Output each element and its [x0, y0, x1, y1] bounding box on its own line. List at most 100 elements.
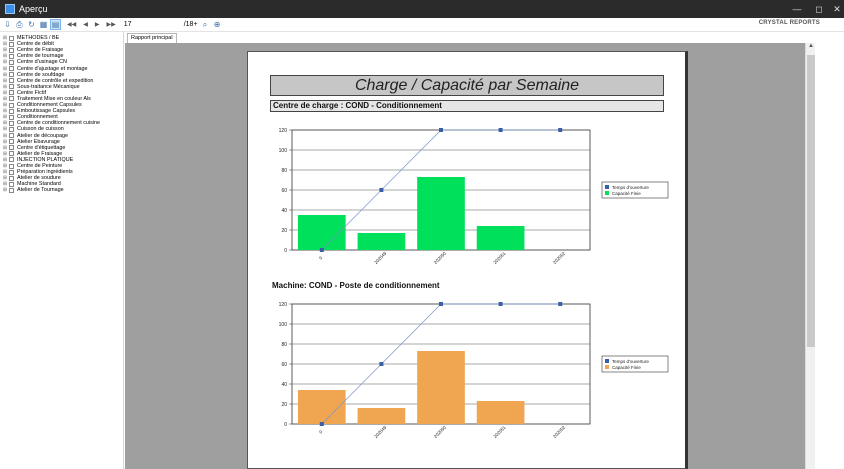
page-number-input[interactable] [123, 19, 184, 30]
crystal-reports-brand: CRYSTAL REPORTS [758, 20, 820, 26]
expand-icon[interactable]: ⊞ [2, 126, 8, 132]
expand-icon[interactable]: ⊞ [2, 59, 8, 65]
maximize-button[interactable]: ◻ [808, 0, 830, 18]
y-tick-label: 100 [279, 148, 288, 154]
refresh-icon[interactable]: ↻ [27, 20, 36, 29]
expand-icon[interactable]: ⊞ [2, 66, 8, 72]
tree-item-label: Centre de débit [17, 41, 54, 48]
expand-icon[interactable]: ⊞ [2, 72, 8, 78]
y-tick-label: 60 [281, 362, 287, 368]
scroll-up-icon[interactable]: ▲ [806, 43, 816, 53]
zoom-icon[interactable]: ⊕ [213, 20, 222, 29]
export-icon[interactable]: ⇩ [3, 20, 12, 29]
print-icon[interactable]: ⎙ [15, 20, 24, 29]
document-icon [9, 151, 14, 157]
document-icon [9, 108, 14, 114]
bar [357, 408, 406, 424]
x-tick-label: 202049 [373, 251, 388, 266]
document-icon [9, 47, 14, 53]
tree-item[interactable]: ⊞ Atelier de Tournage [0, 187, 123, 193]
next-page-button[interactable]: ▶ [95, 21, 100, 28]
bar [476, 401, 525, 424]
y-tick-label: 40 [281, 208, 287, 214]
document-icon [9, 72, 14, 78]
expand-icon[interactable]: ⊞ [2, 84, 8, 90]
expand-icon[interactable]: ⊞ [2, 157, 8, 163]
expand-icon[interactable]: ⊞ [2, 151, 8, 157]
tree-item-label: Préparation ingrédients [17, 169, 73, 176]
prev-page-button[interactable]: ◀ [83, 21, 88, 28]
line-point [498, 128, 503, 132]
app-window: Aperçu — ◻ ✕ ⇩ ⎙ ↻ ▦ ▤ ◀◀ ◀ ▶ ▶▶ /18+ ⌕ … [0, 0, 844, 469]
vertical-scrollbar[interactable]: ▲ [805, 43, 815, 469]
scrollbar-thumb[interactable] [807, 55, 815, 347]
group-tree-panel: ⊞ METHODES / BE ⊞ Centre de débit ⊞ Centre de… [0, 32, 124, 469]
expand-icon[interactable]: ⊞ [2, 108, 8, 114]
tree-item-label: Centre de tournage [17, 53, 64, 60]
expand-icon[interactable]: ⊞ [2, 47, 8, 53]
expand-icon[interactable]: ⊞ [2, 35, 8, 41]
group-tree-icon[interactable]: ▦ [39, 20, 48, 29]
x-tick-label: 202050 [433, 251, 448, 266]
search-binoculars-icon[interactable]: ⌕ [201, 20, 210, 29]
x-tick-label: 202050 [433, 425, 448, 440]
line-point [558, 302, 563, 306]
y-tick-label: 20 [281, 228, 287, 234]
legend-swatch-line [605, 185, 609, 189]
window-title: Aperçu [19, 4, 48, 14]
x-tick-label: 202052 [552, 251, 567, 266]
close-button[interactable]: ✕ [830, 0, 844, 18]
x-tick-label: 202051 [492, 251, 507, 266]
group-tree-active-icon[interactable]: ▤ [50, 19, 61, 30]
document-icon [9, 53, 14, 59]
expand-icon[interactable]: ⊞ [2, 114, 8, 120]
app-icon [5, 4, 15, 14]
expand-icon[interactable]: ⊞ [2, 120, 8, 126]
expand-icon[interactable]: ⊞ [2, 90, 8, 96]
machine-title: Machine: COND - Poste de conditionnement [272, 281, 440, 290]
expand-icon[interactable]: ⊞ [2, 96, 8, 102]
toolbar: ⇩ ⎙ ↻ ▦ ▤ ◀◀ ◀ ▶ ▶▶ /18+ ⌕ ⊕ CRYSTAL REP… [0, 18, 844, 32]
tree-item-label: Centre de Peinture [17, 163, 63, 170]
expand-icon[interactable]: ⊞ [2, 41, 8, 47]
document-icon [9, 187, 14, 193]
document-icon [9, 84, 14, 90]
tree-item-label: Cuisson de cuisson [17, 126, 64, 133]
expand-icon[interactable]: ⊞ [2, 187, 8, 193]
expand-icon[interactable]: ⊞ [2, 139, 8, 145]
minimize-button[interactable]: — [786, 0, 808, 18]
chart-svg-centre: 0 20 40 60 80 100 120 0 202049 202050 202051 202052… [279, 128, 669, 266]
x-tick-label: 202052 [552, 425, 567, 440]
legend-swatch-line [605, 359, 609, 363]
y-tick-label: 100 [279, 322, 288, 328]
expand-icon[interactable]: ⊞ [2, 181, 8, 187]
last-page-button[interactable]: ▶▶ [106, 21, 115, 28]
tree-item-label: Atelier de Tournage [17, 187, 64, 194]
report-title: Charge / Capacité par Semaine [270, 75, 664, 96]
expand-icon[interactable]: ⊞ [2, 175, 8, 181]
tab-rapport-principal[interactable]: Rapport principal [127, 33, 177, 43]
document-icon [9, 157, 14, 163]
x-tick-label: 0 [318, 429, 324, 435]
expand-icon[interactable]: ⊞ [2, 163, 8, 169]
document-icon [9, 163, 14, 169]
bar [476, 226, 525, 250]
y-tick-label: 0 [284, 422, 287, 428]
expand-icon[interactable]: ⊞ [2, 78, 8, 84]
expand-icon[interactable]: ⊞ [2, 169, 8, 175]
expand-icon[interactable]: ⊞ [2, 102, 8, 108]
legend-swatch-bar [605, 365, 609, 369]
document-icon [9, 145, 14, 151]
expand-icon[interactable]: ⊞ [2, 145, 8, 151]
expand-icon[interactable]: ⊞ [2, 53, 8, 59]
legend-label-line: Temps d'ouverture [612, 185, 649, 190]
document-icon [9, 96, 14, 102]
tree-item-label: Centre d'ajustage et montage [17, 65, 88, 72]
legend-label-line: Temps d'ouverture [612, 359, 649, 364]
report-page: Charge / Capacité par Semaine Centre de … [247, 51, 688, 469]
tree-item-label: Centre de contrôle et expedition [17, 77, 94, 84]
document-icon [9, 41, 14, 47]
first-page-button[interactable]: ◀◀ [67, 21, 76, 28]
expand-icon[interactable]: ⊞ [2, 133, 8, 139]
document-icon [9, 35, 14, 41]
